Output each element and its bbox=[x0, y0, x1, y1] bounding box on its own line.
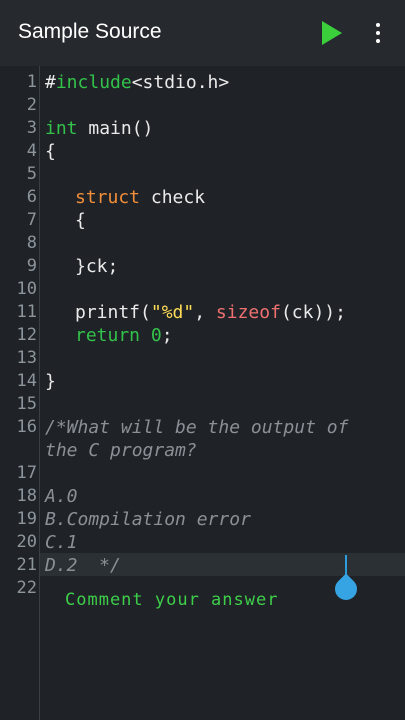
line-number: 21 bbox=[16, 555, 37, 575]
code-line[interactable]: int main() bbox=[45, 117, 400, 140]
more-options-button[interactable] bbox=[366, 18, 390, 48]
code-editor[interactable]: 1 2 3 4 5 6 7 8 9 10 11 12 13 14 15 16 1… bbox=[0, 66, 405, 720]
overlay-caption: Comment your answer bbox=[65, 590, 279, 610]
code-line[interactable]: }ck; bbox=[75, 255, 405, 278]
line-number: 1 bbox=[26, 72, 37, 92]
line-number: 4 bbox=[26, 141, 37, 161]
line-number: 8 bbox=[26, 233, 37, 253]
file-title: Sample Source bbox=[18, 20, 162, 43]
code-comment-line[interactable]: C.1 bbox=[45, 531, 400, 554]
line-number: 10 bbox=[16, 279, 37, 299]
code-comment-line[interactable]: B.Compilation error bbox=[45, 508, 400, 531]
cursor-handle[interactable] bbox=[330, 573, 362, 605]
app-bar: Sample Source bbox=[0, 0, 405, 66]
line-number: 15 bbox=[16, 394, 37, 414]
code-line[interactable]: struct check bbox=[75, 186, 405, 209]
line-number: 6 bbox=[26, 187, 37, 207]
code-line[interactable]: #include<stdio.h> bbox=[45, 71, 400, 94]
code-line[interactable]: { bbox=[45, 140, 400, 163]
line-number: 5 bbox=[26, 164, 37, 184]
play-icon bbox=[322, 21, 342, 45]
more-vert-icon bbox=[376, 23, 380, 27]
line-number: 14 bbox=[16, 371, 37, 391]
line-number: 12 bbox=[16, 325, 37, 345]
line-number: 19 bbox=[16, 509, 37, 529]
line-number: 13 bbox=[16, 348, 37, 368]
line-number: 7 bbox=[26, 210, 37, 230]
line-number: 17 bbox=[16, 463, 37, 483]
code-line[interactable]: printf("%d", sizeof(ck)); bbox=[75, 301, 405, 324]
line-number: 3 bbox=[26, 118, 37, 138]
line-number: 22 bbox=[16, 578, 37, 598]
line-number-gutter: 1 2 3 4 5 6 7 8 9 10 11 12 13 14 15 16 1… bbox=[0, 66, 40, 720]
code-comment-line[interactable]: /*What will be the output of the C progr… bbox=[45, 416, 390, 462]
code-comment-line[interactable]: A.0 bbox=[45, 485, 400, 508]
run-button[interactable] bbox=[316, 18, 346, 48]
code-line[interactable]: return 0; bbox=[75, 324, 405, 347]
code-line[interactable]: { bbox=[75, 209, 405, 232]
line-number: 11 bbox=[16, 302, 37, 322]
line-number: 2 bbox=[26, 95, 37, 115]
code-line[interactable]: } bbox=[45, 370, 400, 393]
line-number: 9 bbox=[26, 256, 37, 276]
line-number: 16 bbox=[16, 417, 37, 437]
line-number: 18 bbox=[16, 486, 37, 506]
line-number: 20 bbox=[16, 532, 37, 552]
